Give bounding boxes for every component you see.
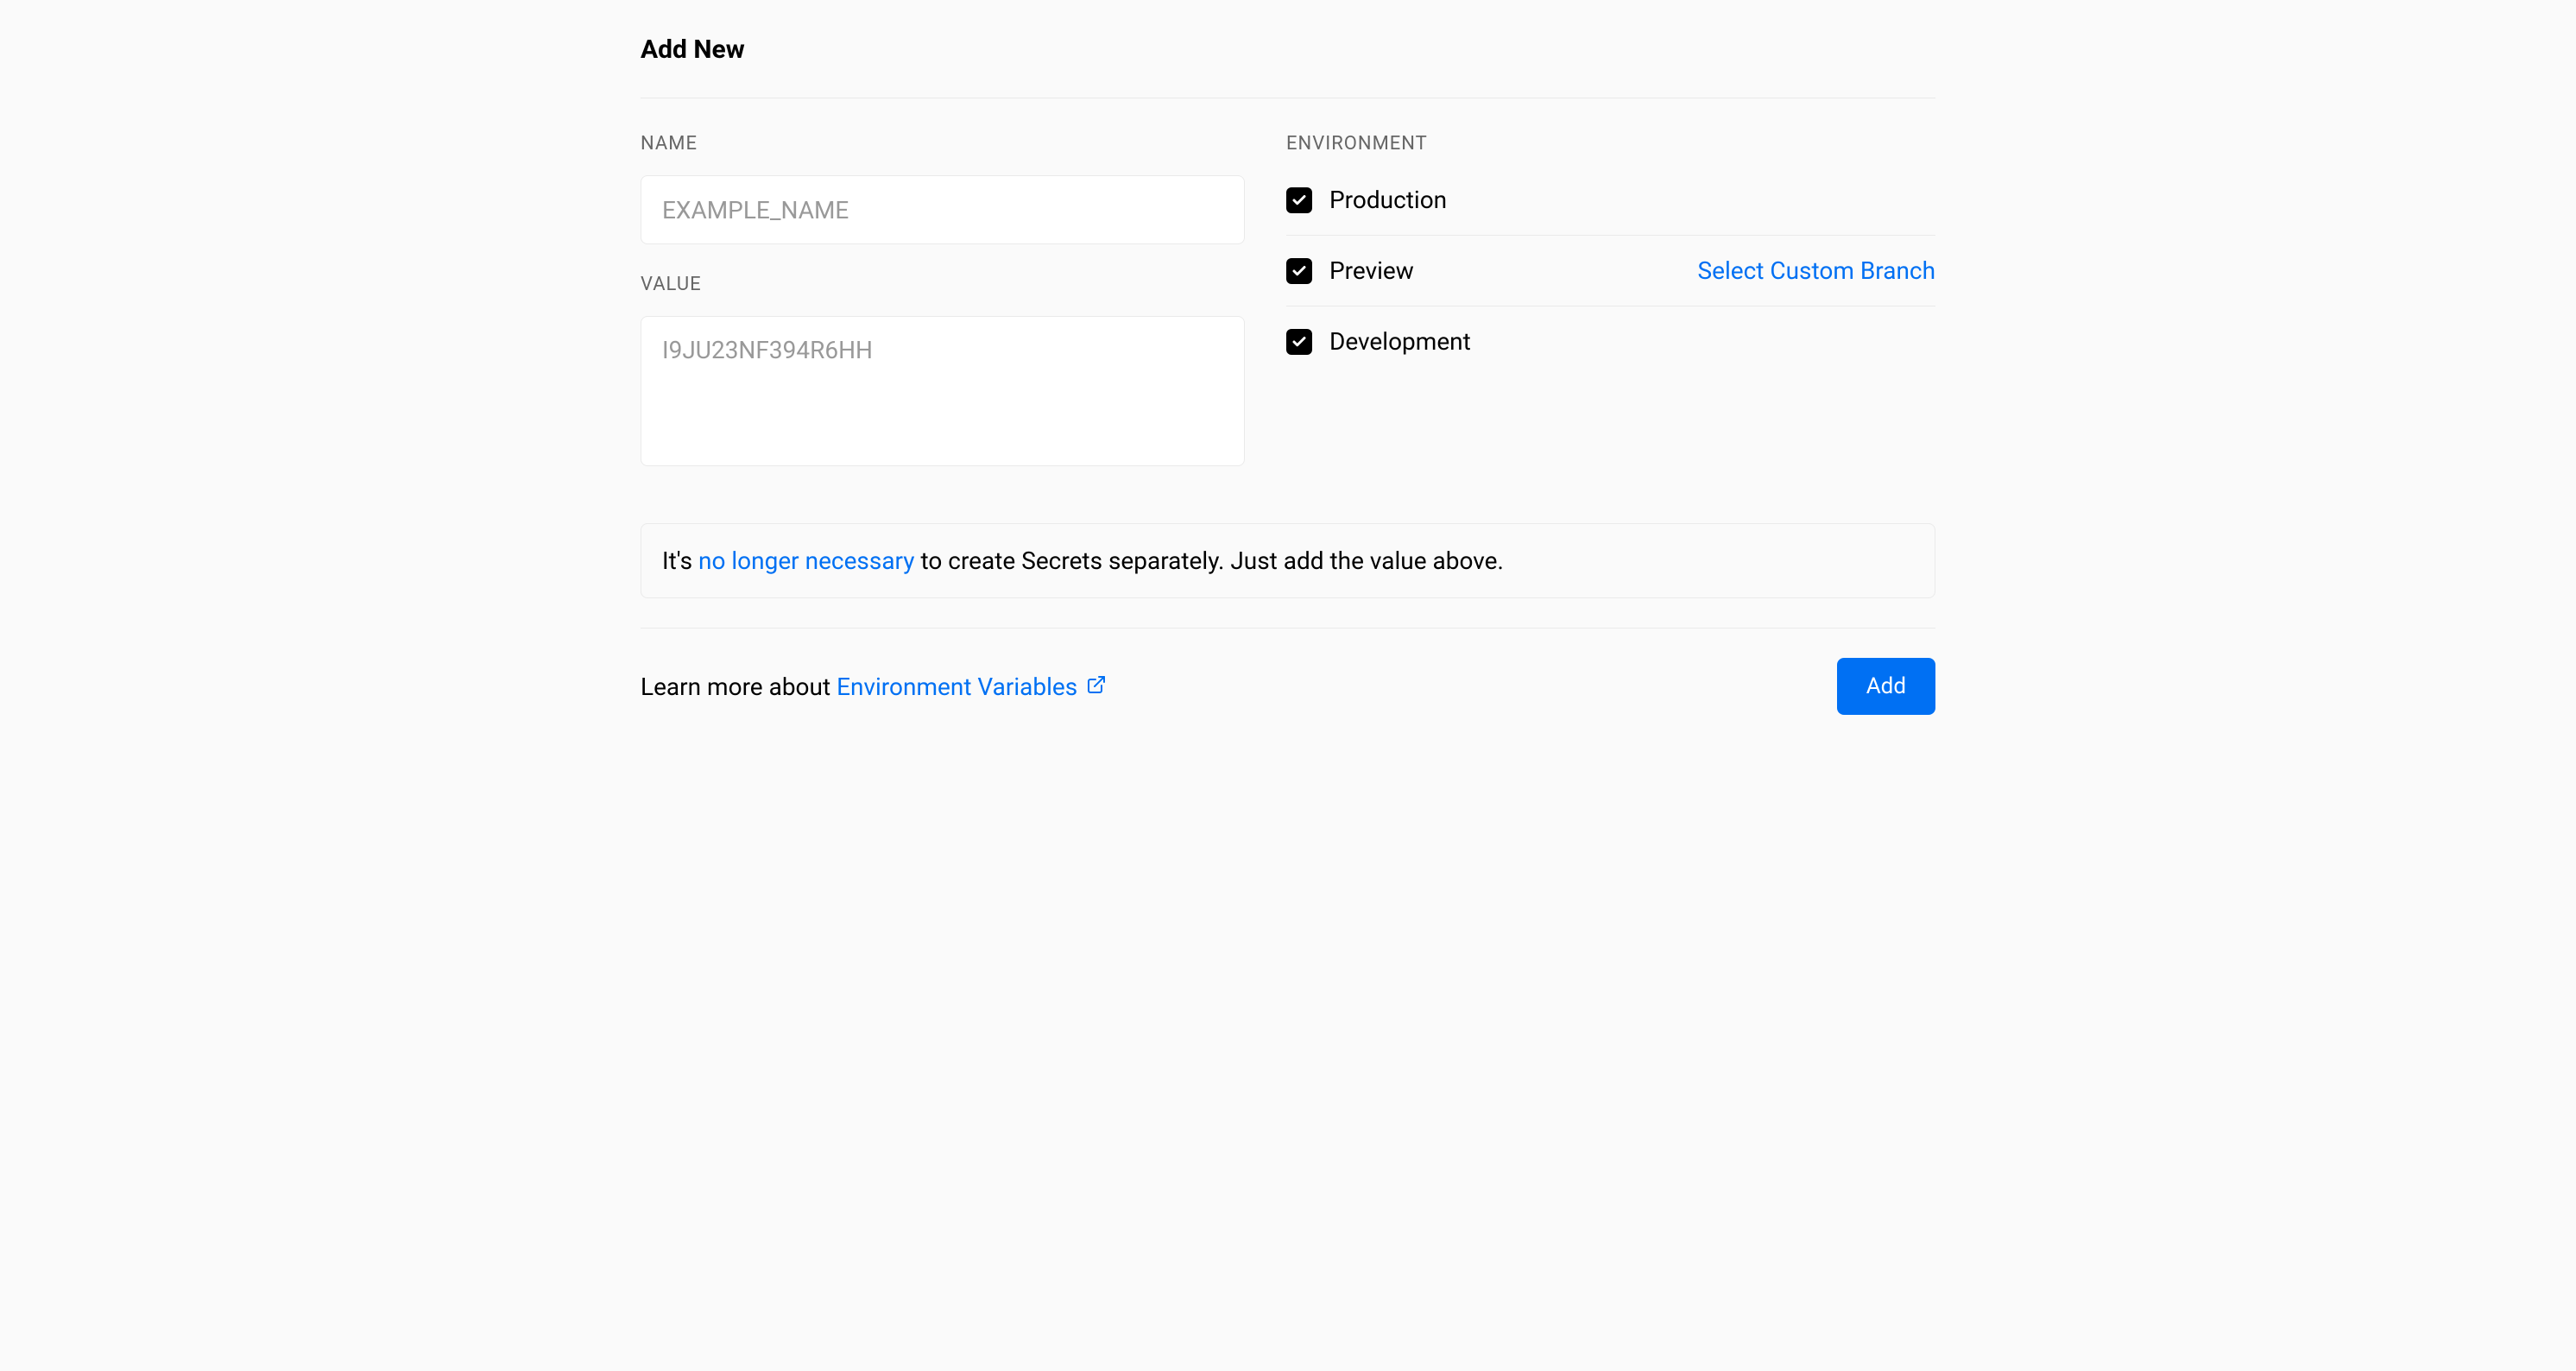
info-prefix: It's bbox=[662, 547, 698, 575]
environment-label: ENVIRONMENT bbox=[1286, 133, 1935, 155]
environment-list: Production Preview Select Custom Branch bbox=[1286, 175, 1935, 376]
footer-link-text: Environment Variables bbox=[837, 673, 1077, 701]
add-env-var-panel: Add New NAME VALUE ENVIRONMENT bbox=[641, 35, 1935, 715]
env-row-preview: Preview Select Custom Branch bbox=[1286, 236, 1935, 306]
env-row-development: Development bbox=[1286, 306, 1935, 376]
value-field-group: VALUE bbox=[641, 274, 1245, 470]
info-box: It's no longer necessary to create Secre… bbox=[641, 523, 1935, 598]
info-suffix: to create Secrets separately. Just add t… bbox=[915, 547, 1504, 575]
value-input[interactable] bbox=[641, 316, 1245, 466]
right-column: ENVIRONMENT Production P bbox=[1286, 133, 1935, 499]
checkbox-checked-icon[interactable] bbox=[1286, 329, 1312, 355]
value-label: VALUE bbox=[641, 274, 1245, 295]
env-label: Development bbox=[1329, 327, 1471, 356]
env-label: Preview bbox=[1329, 256, 1414, 285]
env-label: Production bbox=[1329, 186, 1447, 214]
footer-row: Learn more about Environment Variables A… bbox=[641, 629, 1935, 715]
left-column: NAME VALUE bbox=[641, 133, 1245, 499]
env-option[interactable]: Development bbox=[1286, 327, 1471, 356]
footer-text: Learn more about Environment Variables bbox=[641, 673, 1107, 701]
external-link-icon bbox=[1086, 673, 1107, 701]
checkbox-checked-icon[interactable] bbox=[1286, 258, 1312, 284]
footer-prefix: Learn more about bbox=[641, 673, 837, 701]
env-row-production: Production bbox=[1286, 175, 1935, 236]
name-input[interactable] bbox=[641, 175, 1245, 244]
env-option[interactable]: Preview bbox=[1286, 256, 1414, 285]
name-label: NAME bbox=[641, 133, 1245, 155]
environment-variables-link[interactable]: Environment Variables bbox=[837, 673, 1107, 701]
checkbox-checked-icon[interactable] bbox=[1286, 187, 1312, 213]
select-custom-branch-link[interactable]: Select Custom Branch bbox=[1697, 256, 1935, 285]
page-title: Add New bbox=[641, 35, 1935, 65]
env-option[interactable]: Production bbox=[1286, 186, 1447, 214]
name-field-group: NAME bbox=[641, 133, 1245, 244]
add-button[interactable]: Add bbox=[1837, 658, 1935, 715]
form-row: NAME VALUE ENVIRONMENT Production bbox=[641, 98, 1935, 523]
info-link[interactable]: no longer necessary bbox=[698, 547, 915, 575]
